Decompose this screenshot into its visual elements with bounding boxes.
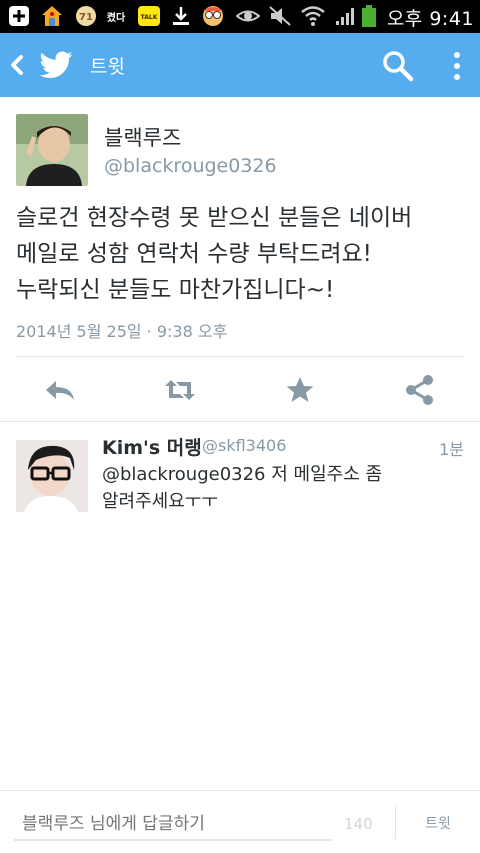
notification-badge: 71 [74, 5, 98, 27]
add-icon [8, 5, 30, 27]
svg-text:TALK: TALK [141, 14, 158, 21]
overflow-menu-icon[interactable] [446, 49, 468, 83]
favorite-icon[interactable] [282, 372, 318, 408]
reply-compose-bar: 140 트윗 [0, 790, 480, 853]
home-icon [40, 5, 64, 27]
eye-icon [236, 5, 260, 27]
divider [16, 356, 464, 357]
svg-text:71: 71 [79, 12, 93, 23]
reply-text: @blackrouge0326 저 메일주소 좀 알려주세요ㅜㅜ [102, 464, 383, 512]
reply-input[interactable] [14, 809, 332, 841]
reply-author-handle[interactable]: @skfl3406 [202, 436, 286, 455]
download-icon [170, 5, 192, 27]
author-name[interactable]: 블랙루즈 [104, 122, 181, 152]
divider [0, 421, 480, 422]
reply-timestamp: 1분 [439, 440, 464, 459]
status-bar: 71 켰다 TALK 오후 9:41 [0, 0, 480, 33]
tweet-text: 슬로건 현장수령 못 받으신 분들은 네이버 메일로 성함 연락처 수량 부탁드… [16, 205, 413, 303]
char-counter: 140 [344, 815, 373, 833]
wifi-icon [300, 5, 326, 27]
twitter-bird-icon[interactable] [38, 47, 74, 83]
reply-icon[interactable] [42, 372, 78, 408]
retweet-icon[interactable] [162, 372, 198, 408]
reply-avatar[interactable] [16, 440, 88, 512]
app-bar: 트윗 [0, 33, 480, 97]
reply-author-name[interactable]: Kim's 머랭 [102, 433, 202, 460]
share-icon[interactable] [402, 372, 438, 408]
kedda-label: 켰다 [106, 12, 126, 24]
search-icon[interactable] [380, 48, 416, 84]
status-time: 오후 9:41 [386, 8, 474, 30]
tweet-timestamp: 2014년 5월 25일 · 9:38 오후 [16, 322, 228, 341]
kakaotalk-icon: TALK [137, 5, 161, 27]
divider [395, 805, 396, 839]
pororo-icon [200, 5, 226, 27]
signal-icon [334, 5, 358, 27]
battery-icon [361, 5, 377, 27]
mute-icon [268, 5, 292, 27]
author-avatar[interactable] [16, 114, 88, 186]
back-icon[interactable] [6, 49, 28, 81]
page-title: 트윗 [90, 56, 125, 78]
author-handle[interactable]: @blackrouge0326 [104, 155, 277, 177]
tweet-send-button[interactable]: 트윗 [410, 811, 466, 835]
